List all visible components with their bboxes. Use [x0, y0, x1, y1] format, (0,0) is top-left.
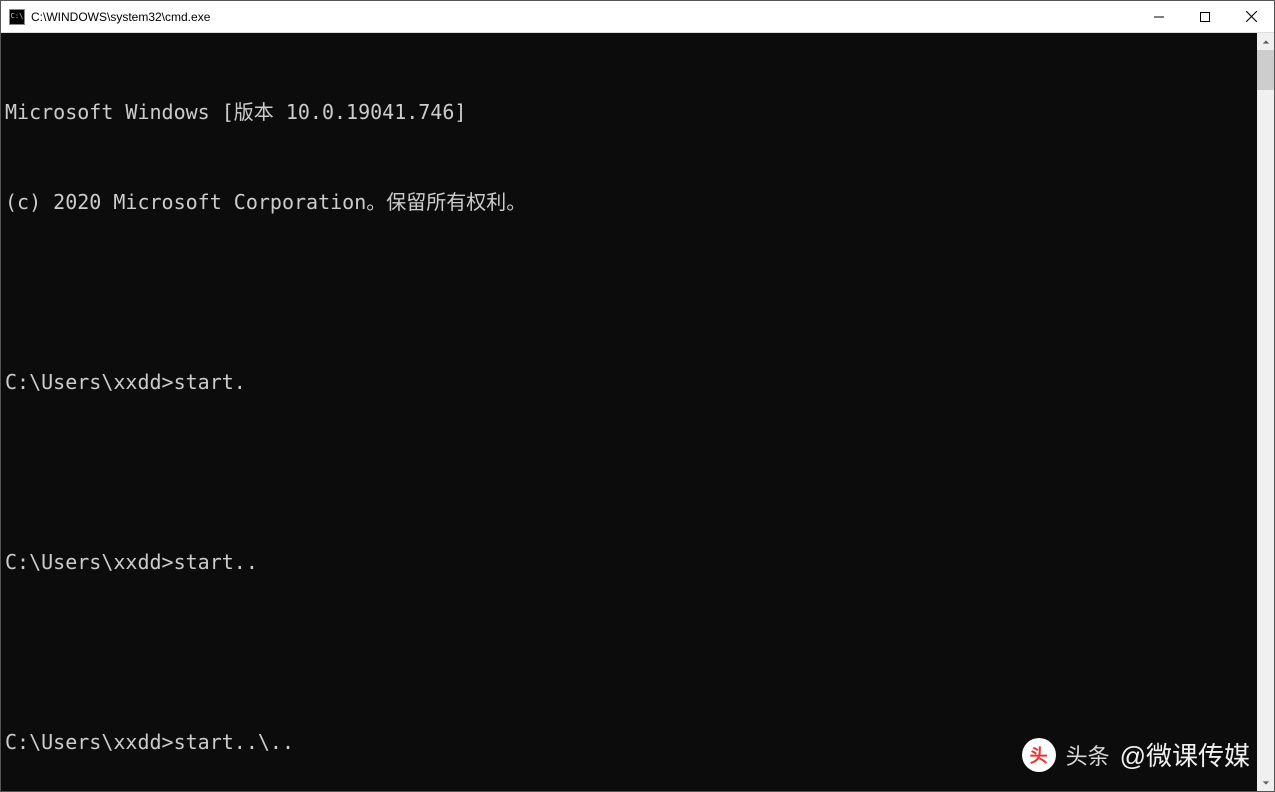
close-button[interactable]: [1228, 1, 1274, 32]
terminal-line: [5, 277, 1257, 307]
terminal-line: [5, 457, 1257, 487]
titlebar[interactable]: C:\ C:\WINDOWS\system32\cmd.exe: [1, 1, 1274, 33]
vertical-scrollbar[interactable]: [1257, 33, 1274, 791]
client-area: Microsoft Windows [版本 10.0.19041.746] (c…: [1, 33, 1274, 791]
terminal-line: C:\Users\xxdd>start..\..: [5, 727, 1257, 757]
close-icon: [1246, 11, 1257, 22]
terminal-line: (c) 2020 Microsoft Corporation。保留所有权利。: [5, 187, 1257, 217]
window-title: C:\WINDOWS\system32\cmd.exe: [31, 10, 210, 24]
scroll-thumb[interactable]: [1257, 50, 1274, 90]
minimize-button[interactable]: [1136, 1, 1182, 32]
maximize-button[interactable]: [1182, 1, 1228, 32]
scroll-up-button[interactable]: [1257, 33, 1274, 50]
cmd-window: C:\ C:\WINDOWS\system32\cmd.exe Microsof…: [0, 0, 1275, 792]
terminal-line: [5, 637, 1257, 667]
minimize-icon: [1154, 12, 1164, 22]
chevron-up-icon: [1262, 38, 1270, 46]
maximize-icon: [1200, 12, 1210, 22]
terminal-line: C:\Users\xxdd>start..: [5, 547, 1257, 577]
terminal-line: Microsoft Windows [版本 10.0.19041.746]: [5, 97, 1257, 127]
titlebar-left: C:\ C:\WINDOWS\system32\cmd.exe: [1, 9, 210, 25]
titlebar-controls: [1136, 1, 1274, 32]
terminal-line: C:\Users\xxdd>start.: [5, 367, 1257, 397]
scroll-down-button[interactable]: [1257, 774, 1274, 791]
cmd-icon: C:\: [9, 9, 25, 25]
chevron-down-icon: [1262, 779, 1270, 787]
terminal-output[interactable]: Microsoft Windows [版本 10.0.19041.746] (c…: [1, 33, 1257, 791]
